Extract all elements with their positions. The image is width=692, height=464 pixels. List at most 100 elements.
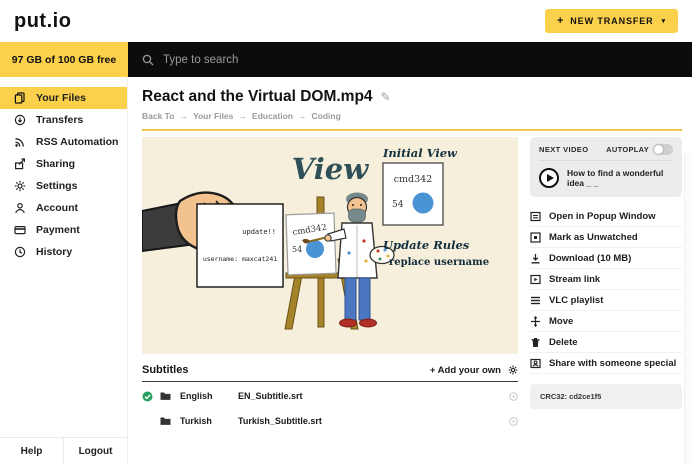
sidebar-item-transfers[interactable]: Transfers <box>0 109 127 131</box>
sidebar-item-sharing[interactable]: Sharing <box>0 153 127 175</box>
action-label: Download (10 MB) <box>549 253 631 264</box>
sidebar-item-rss-automation[interactable]: RSS Automation <box>0 131 127 153</box>
settings-icon <box>14 180 26 192</box>
action-move[interactable]: Move <box>530 311 682 332</box>
topbar: 97 GB of 100 GB free <box>0 42 692 77</box>
search-icon <box>142 54 154 66</box>
next-video-item[interactable]: How to find a wonderful idea _ _ <box>539 168 673 188</box>
sidebar-item-history[interactable]: History <box>0 241 127 263</box>
playlist-icon <box>530 295 541 306</box>
gear-icon[interactable] <box>508 365 518 375</box>
payment-icon <box>14 224 26 236</box>
new-transfer-button[interactable]: + NEW TRANSFER ▾ <box>545 9 678 33</box>
pencil-icon[interactable]: ✎ <box>381 90 391 104</box>
add-your-own-button[interactable]: + Add your own <box>430 365 501 376</box>
paper-shape <box>197 204 283 287</box>
arrow-right-icon: → <box>238 111 247 121</box>
sidebar-item-account[interactable]: Account <box>0 197 127 219</box>
update-rules-title: Update Rules <box>383 238 470 252</box>
breadcrumb-education[interactable]: Education <box>252 111 293 121</box>
scrollbar[interactable] <box>684 154 692 464</box>
account-icon <box>14 202 26 214</box>
sidebar-item-your-files[interactable]: Your Files <box>0 87 127 109</box>
folder-icon <box>160 416 171 426</box>
action-download[interactable]: Download (10 MB) <box>530 248 682 269</box>
breadcrumb-your-files[interactable]: Your Files <box>193 111 233 121</box>
action-label: Share with someone special <box>549 358 676 369</box>
action-label: Stream link <box>549 274 600 285</box>
plus-icon: + <box>557 15 564 27</box>
sidebar-item-label: Account <box>36 202 78 214</box>
initial-view-title: Initial View <box>382 146 458 160</box>
subtitle-language: Turkish <box>180 416 238 426</box>
video-player[interactable]: View update!! username: maxcat241 <box>142 137 518 354</box>
update-rules-text: replace username <box>389 257 489 268</box>
subtitle-filename: Turkish_Subtitle.srt <box>238 416 506 426</box>
share-icon <box>530 358 541 369</box>
options-icon[interactable] <box>509 417 518 426</box>
yellow-divider <box>142 129 682 131</box>
breadcrumb-coding[interactable]: Coding <box>312 111 341 121</box>
video-frame-illustration: View update!! username: maxcat241 <box>142 137 518 354</box>
sidebar-item-payment[interactable]: Payment <box>0 219 127 241</box>
page-title: React and the Virtual DOM.mp4 <box>142 88 373 106</box>
action-share[interactable]: Share with someone special <box>530 353 682 374</box>
crc-checksum: CRC32: cd2ce1f5 <box>530 384 682 409</box>
sidebar-item-label: RSS Automation <box>36 136 118 148</box>
subtitle-row-english[interactable]: English EN_Subtitle.srt <box>142 385 518 407</box>
initial-view-box <box>383 163 443 225</box>
sidebar-footer: Help Logout <box>0 437 127 464</box>
popup-icon <box>530 211 541 222</box>
action-mark-unwatched[interactable]: Mark as Unwatched <box>530 227 682 248</box>
initial-view-blue-circle <box>413 193 434 214</box>
sidebar: Your Files Transfers RSS Automation Shar… <box>0 77 128 464</box>
stream-icon <box>530 274 541 285</box>
subtitles-section: Subtitles + Add your own <box>142 364 518 432</box>
top-header: put.io + NEW TRANSFER ▾ <box>0 0 692 42</box>
action-label: Delete <box>549 337 578 348</box>
body: Your Files Transfers RSS Automation Shar… <box>0 77 692 464</box>
download-icon <box>530 253 541 264</box>
action-label: Mark as Unwatched <box>549 232 638 243</box>
help-button[interactable]: Help <box>0 438 64 464</box>
move-icon <box>530 316 541 327</box>
options-icon[interactable] <box>509 392 518 401</box>
search-bar <box>128 42 692 77</box>
sidebar-item-label: Transfers <box>36 114 83 126</box>
breadcrumb-back-to[interactable]: Back To <box>142 111 174 121</box>
autoplay-toggle[interactable] <box>653 144 673 155</box>
sidebar-item-settings[interactable]: Settings <box>0 175 127 197</box>
sidebar-item-label: Your Files <box>36 92 86 104</box>
subtitle-filename: EN_Subtitle.srt <box>238 391 506 401</box>
paper-username: username: maxcat241 <box>203 255 277 263</box>
files-icon <box>14 92 26 104</box>
action-stream-link[interactable]: Stream link <box>530 269 682 290</box>
next-video-label: NEXT VIDEO <box>539 145 588 154</box>
action-open-popup[interactable]: Open in Popup Window <box>530 206 682 227</box>
subtitles-title: Subtitles <box>142 364 188 376</box>
new-transfer-label: NEW TRANSFER <box>570 16 653 26</box>
putio-app: put.io + NEW TRANSFER ▾ 97 GB of 100 GB … <box>0 0 692 464</box>
sidebar-item-label: Sharing <box>36 158 75 170</box>
next-video-title: How to find a wonderful idea _ _ <box>567 168 673 188</box>
rss-icon <box>14 136 26 148</box>
transfers-icon <box>14 114 26 126</box>
logout-button[interactable]: Logout <box>64 438 127 464</box>
subtitle-row-turkish[interactable]: Turkish Turkish_Subtitle.srt <box>142 410 518 432</box>
next-video-header: NEXT VIDEO AUTOPLAY <box>539 144 673 161</box>
arrow-right-icon: → <box>179 111 188 121</box>
trash-icon <box>530 337 541 348</box>
left-column: View update!! username: maxcat241 <box>142 137 518 432</box>
storage-indicator[interactable]: 97 GB of 100 GB free <box>0 42 128 77</box>
next-video-card: NEXT VIDEO AUTOPLAY How to find a wonder… <box>530 137 682 197</box>
sidebar-item-label: Payment <box>36 224 80 236</box>
check-circle-icon <box>142 391 153 402</box>
canvas-shape: cmd342 54 <box>286 213 336 275</box>
sidebar-item-label: History <box>36 246 72 258</box>
action-delete[interactable]: Delete <box>530 332 682 353</box>
arrow-right-icon: → <box>298 111 307 121</box>
action-vlc-playlist[interactable]: VLC playlist <box>530 290 682 311</box>
breadcrumb: Back To → Your Files → Education → Codin… <box>142 111 682 121</box>
search-input[interactable] <box>163 54 678 66</box>
play-icon <box>539 168 559 188</box>
